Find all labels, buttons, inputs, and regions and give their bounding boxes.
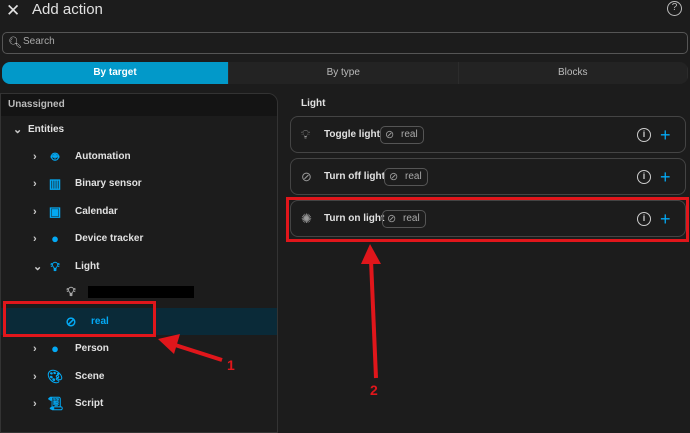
arrow-1-head [158, 334, 180, 354]
annotation-arrows [158, 244, 381, 379]
annotation-label-1: 1 [227, 357, 235, 373]
annotation-label-2: 2 [370, 382, 378, 398]
arrow-2-head [361, 244, 381, 264]
arrow-1-shaft [171, 342, 223, 362]
arrow-2-shaft [369, 259, 378, 379]
